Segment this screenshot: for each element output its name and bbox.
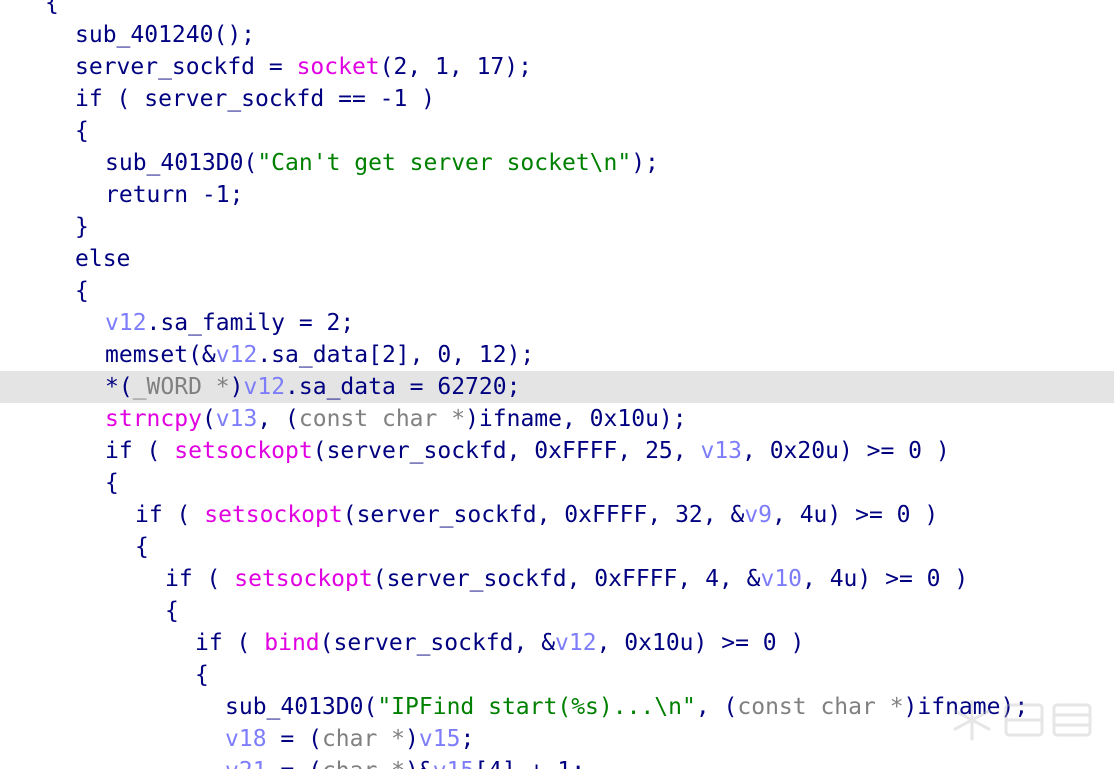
code-token: if ( — [195, 630, 265, 656]
code-token: (server_sockfd, 0xFFFF, 32, & — [342, 502, 745, 528]
code-token: (2, 1, 17); — [379, 54, 532, 80]
code-token: .sa_family = 2; — [146, 310, 355, 336]
code-token: _WORD * — [132, 374, 230, 400]
code-token: *( — [105, 374, 133, 400]
code-token: { — [75, 118, 89, 144]
code-token: .sa_data = 62720; — [285, 374, 521, 400]
code-token: return -1; — [105, 182, 244, 208]
code-token: v13 — [700, 438, 743, 464]
code-token: char * — [322, 758, 405, 769]
code-line[interactable]: server_sockfd = socket(2, 1, 17); — [0, 51, 1114, 83]
code-token: v12 — [555, 630, 597, 656]
code-token: socket — [296, 54, 380, 80]
code-token: ( — [201, 406, 216, 432]
code-token: v12 — [215, 342, 258, 368]
code-token: "Can't get server socket\n" — [257, 150, 632, 176]
watermark-logo-icon — [953, 699, 1092, 741]
code-line[interactable]: { — [0, 467, 1114, 499]
code-token: bind — [264, 630, 320, 656]
code-token: )ifname, 0x10u); — [465, 406, 687, 432]
code-token: if ( server_sockfd == -1 ) — [75, 86, 436, 112]
code-line[interactable]: else — [0, 243, 1114, 275]
code-line[interactable]: } — [0, 211, 1114, 243]
code-token: v9 — [744, 502, 773, 528]
code-token: v21 — [225, 758, 267, 769]
code-line[interactable]: memset(&v12.sa_data[2], 0, 12); — [0, 339, 1114, 371]
code-token: , 0x10u) >= 0 ) — [596, 630, 805, 656]
code-token: ); — [631, 150, 659, 176]
code-token: sub_4013D0( — [225, 694, 378, 720]
code-token: if ( — [135, 502, 205, 528]
code-token: { — [105, 470, 119, 496]
code-token: char * — [321, 726, 406, 752]
code-token: .sa_data[2], 0, 12); — [257, 342, 535, 368]
code-token: (server_sockfd, & — [319, 630, 556, 656]
code-line[interactable]: if ( setsockopt(server_sockfd, 0xFFFF, 4… — [0, 563, 1114, 595]
code-token: , 4u) >= 0 ) — [772, 502, 939, 528]
code-token: ) — [229, 374, 244, 400]
code-token: v12 — [243, 374, 286, 400]
code-token: , ( — [257, 406, 299, 432]
code-token: = ( — [266, 726, 322, 752]
code-line[interactable]: *(_WORD *)v12.sa_data = 62720; — [0, 371, 1114, 403]
code-token: { — [135, 534, 149, 560]
code-line[interactable]: { — [0, 0, 1114, 19]
code-line[interactable]: if ( bind(server_sockfd, &v12, 0x10u) >=… — [0, 627, 1114, 659]
code-token: if ( — [165, 566, 235, 592]
code-line[interactable]: sub_401240(); — [0, 19, 1114, 51]
code-line[interactable]: { — [0, 275, 1114, 307]
code-line[interactable]: { — [0, 115, 1114, 147]
code-token: [4] + 1; — [474, 758, 585, 769]
code-line[interactable]: if ( setsockopt(server_sockfd, 0xFFFF, 2… — [0, 435, 1114, 467]
code-token: memset(& — [105, 342, 216, 368]
code-token: v15 — [418, 726, 461, 752]
code-line[interactable]: sub_4013D0("IPFind start(%s)...\n", (con… — [0, 691, 1114, 723]
code-token: strncpy — [105, 406, 202, 432]
code-token: setsockopt — [174, 438, 313, 464]
code-token: if ( — [105, 438, 175, 464]
code-token: v18 — [225, 726, 267, 752]
code-token: v15 — [433, 758, 475, 769]
code-token: , 0x20u) >= 0 ) — [742, 438, 950, 464]
code-line[interactable]: return -1; — [0, 179, 1114, 211]
code-token: { — [45, 0, 59, 16]
code-token: } — [75, 214, 89, 240]
code-token: v10 — [760, 566, 803, 592]
pseudocode-view[interactable]: { sub_401240(); server_sockfd = socket(2, … — [0, 0, 1114, 769]
code-token: const char * — [298, 406, 466, 432]
code-token: setsockopt — [204, 502, 343, 528]
code-line[interactable]: if ( server_sockfd == -1 ) — [0, 83, 1114, 115]
code-token: (server_sockfd, 0xFFFF, 4, & — [372, 566, 761, 592]
code-token: { — [75, 278, 89, 304]
code-token: ; — [460, 726, 475, 752]
code-line[interactable]: { — [0, 595, 1114, 627]
code-token: (server_sockfd, 0xFFFF, 25, — [312, 438, 701, 464]
code-token: server_sockfd = — [75, 54, 297, 80]
code-token: sub_4013D0( — [105, 150, 258, 176]
code-token: const char * — [737, 694, 904, 720]
code-token: v13 — [215, 406, 258, 432]
code-line[interactable]: strncpy(v13, (const char *)ifname, 0x10u… — [0, 403, 1114, 435]
code-token: setsockopt — [234, 566, 373, 592]
code-line[interactable]: v12.sa_family = 2; — [0, 307, 1114, 339]
code-token: { — [165, 598, 179, 624]
code-token: , 4u) >= 0 ) — [802, 566, 969, 592]
code-token: )& — [405, 758, 433, 769]
code-token: v12 — [105, 310, 147, 336]
code-token: { — [195, 662, 209, 688]
code-line[interactable]: if ( setsockopt(server_sockfd, 0xFFFF, 3… — [0, 499, 1114, 531]
code-token: = ( — [267, 758, 322, 769]
code-line[interactable]: { — [0, 531, 1114, 563]
code-line[interactable]: sub_4013D0("Can't get server socket\n"); — [0, 147, 1114, 179]
code-token: else — [75, 246, 131, 272]
code-line[interactable]: v21 = (char *)&v15[4] + 1; — [0, 755, 1114, 769]
code-token: , ( — [695, 694, 738, 720]
code-token: ) — [405, 726, 419, 752]
code-line[interactable]: { — [0, 659, 1114, 691]
code-token: "IPFind start(%s)...\n" — [377, 694, 696, 720]
code-token: sub_401240(); — [75, 22, 256, 48]
code-line[interactable]: v18 = (char *)v15; — [0, 723, 1114, 755]
